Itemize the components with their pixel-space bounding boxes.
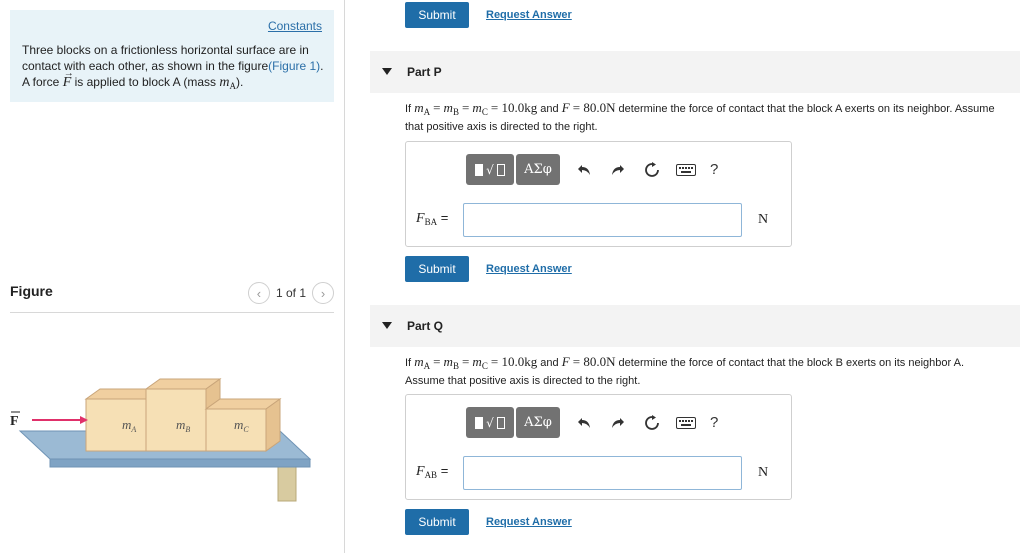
part-q-action-row: Submit Request Answer [405, 509, 572, 535]
left-panel: Constants Three blocks on a frictionless… [0, 0, 345, 553]
keyboard-icon[interactable] [676, 413, 696, 433]
template-square-icon [475, 416, 484, 429]
mass-symbol: mA [219, 75, 236, 91]
figure-link[interactable]: (Figure 1) [268, 59, 320, 73]
submit-button-part-p[interactable]: Submit [405, 256, 469, 282]
part-p-question: If mA = mB = mC = 10.0kg and F = 80.0N d… [405, 100, 995, 133]
part-p-title[interactable]: Part P [407, 65, 442, 79]
part-q-title[interactable]: Part Q [407, 319, 443, 333]
blocks-diagram: F mA mB mC [10, 378, 312, 502]
unit-label: N [758, 465, 769, 480]
radical-icon: √ [486, 162, 494, 177]
templates-button[interactable]: √ [466, 407, 514, 438]
right-panel: Submit Request Answer Part P If mA = mB … [370, 0, 1020, 553]
part-p-action-row: Submit Request Answer [405, 256, 572, 282]
reset-icon[interactable] [642, 413, 662, 433]
help-icon[interactable]: ? [710, 414, 718, 431]
caret-down-icon[interactable] [382, 68, 392, 75]
force-label: F [10, 414, 19, 429]
table-leg [277, 464, 297, 502]
submit-button-top[interactable]: Submit [405, 2, 469, 28]
keyboard-icon[interactable] [676, 160, 696, 180]
template-square-icon [475, 163, 484, 176]
figure-pager: ‹ 1 of 1 › [247, 282, 334, 304]
figure-heading: Figure [10, 283, 53, 299]
block-a [85, 398, 147, 452]
top-action-row: Submit Request Answer [405, 2, 572, 28]
part-p-answer-box: √ ΑΣφ ? FBA = N [405, 141, 792, 247]
table-edge [49, 458, 311, 468]
caret-down-icon[interactable] [382, 322, 392, 329]
help-icon[interactable]: ? [710, 161, 718, 178]
templates-button[interactable]: √ [466, 154, 514, 185]
pager-text: 1 of 1 [275, 286, 306, 300]
greek-symbols-button[interactable]: ΑΣφ [516, 407, 560, 438]
greek-symbols-button[interactable]: ΑΣφ [516, 154, 560, 185]
force-symbol: → F [62, 68, 74, 90]
answer-input-fba[interactable] [463, 203, 742, 237]
undo-icon[interactable] [574, 160, 594, 180]
intro-box: Constants Three blocks on a frictionless… [10, 10, 334, 102]
template-box-icon [496, 416, 505, 429]
reset-icon[interactable] [642, 160, 662, 180]
intro-text: Three blocks on a frictionless horizonta… [22, 43, 324, 91]
request-answer-link-top[interactable]: Request Answer [486, 9, 572, 21]
answer-label-fba: FBA = [416, 210, 449, 227]
redo-icon[interactable] [608, 413, 628, 433]
blocks-figure: F mA mB mC [10, 365, 320, 508]
redo-icon[interactable] [608, 160, 628, 180]
answer-input-fab[interactable] [463, 456, 742, 490]
constants-link[interactable]: Constants [268, 19, 322, 33]
radical-icon: √ [486, 415, 494, 430]
chevron-left-icon[interactable]: ‹ [247, 282, 270, 304]
submit-button-part-q[interactable]: Submit [405, 509, 469, 535]
request-answer-link-part-p[interactable]: Request Answer [486, 263, 572, 275]
undo-icon[interactable] [574, 413, 594, 433]
unit-label: N [758, 212, 769, 227]
answer-label-fab: FAB = [416, 463, 449, 480]
math-toolbar: √ ΑΣφ ? [466, 406, 718, 439]
part-q-answer-box: √ ΑΣφ ? FAB = N [405, 394, 792, 500]
request-answer-link-part-q[interactable]: Request Answer [486, 516, 572, 528]
math-toolbar: √ ΑΣφ ? [466, 153, 718, 186]
part-q-header[interactable]: Part Q [370, 305, 1020, 347]
figure-header: Figure ‹ 1 of 1 › [10, 281, 334, 313]
part-q-question: If mA = mB = mC = 10.0kg and F = 80.0N d… [405, 354, 965, 387]
chevron-right-icon[interactable]: › [312, 282, 334, 304]
template-box-icon [496, 163, 505, 176]
part-p-header[interactable]: Part P [370, 51, 1020, 93]
